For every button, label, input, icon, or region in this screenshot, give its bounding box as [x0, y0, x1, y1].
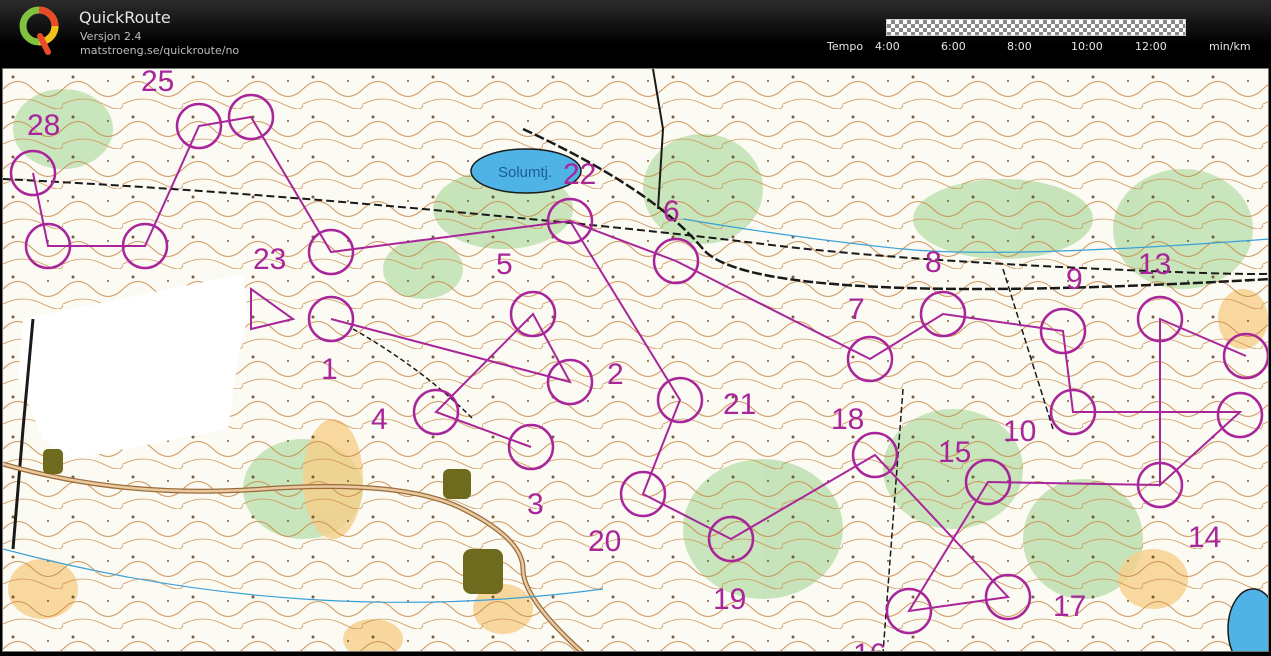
pace-tick: 10:00	[1071, 40, 1103, 53]
pace-tick: 4:00	[875, 40, 900, 53]
pace-tick: 6:00	[941, 40, 966, 53]
control-number: 5	[496, 248, 513, 281]
control-number: 13	[1138, 248, 1171, 281]
app-title: QuickRoute	[79, 8, 171, 27]
quickroute-logo-icon	[19, 6, 59, 55]
control-number: 22	[563, 158, 596, 191]
map-canvas: Solumtj. 28 25 23 22 6 5 1 2 4 3 21 20 1…	[3, 69, 1268, 652]
control-number: 7	[848, 293, 865, 326]
control-number: 15	[938, 436, 971, 469]
control-number: 6	[663, 195, 680, 228]
lake-name: Solumtj.	[498, 164, 552, 181]
control-number: 16	[853, 638, 886, 652]
control-number: 23	[253, 243, 286, 276]
control-number: 17	[1053, 590, 1086, 623]
pace-tick: 12:00	[1135, 40, 1167, 53]
app-header: QuickRoute Versjon 2.4 matstroeng.se/qui…	[0, 0, 1271, 64]
pace-scale-label: Tempo	[827, 40, 864, 53]
control-number: 14	[1188, 521, 1221, 554]
orienteering-map[interactable]: Solumtj. 28 25 23 22 6 5 1 2 4 3 21 20 1…	[2, 68, 1269, 652]
control-number: 3	[527, 488, 544, 521]
control-number: 25	[141, 69, 174, 98]
control-number: 9	[1066, 263, 1083, 296]
app-version: Versjon 2.4	[80, 30, 142, 43]
control-number: 28	[27, 109, 60, 142]
control-number: 10	[1003, 415, 1036, 448]
control-number: 4	[371, 403, 388, 436]
pace-color-scale	[886, 19, 1186, 36]
control-number: 2	[607, 358, 624, 391]
app-url: matstroeng.se/quickroute/no	[80, 44, 240, 57]
control-number: 21	[723, 388, 756, 421]
control-number: 20	[588, 525, 621, 558]
control-number: 18	[831, 403, 864, 436]
pace-unit: min/km	[1209, 40, 1251, 53]
control-number: 19	[713, 583, 746, 616]
control-number: 1	[321, 353, 338, 386]
pace-tick: 8:00	[1007, 40, 1032, 53]
control-number: 8	[925, 246, 942, 279]
